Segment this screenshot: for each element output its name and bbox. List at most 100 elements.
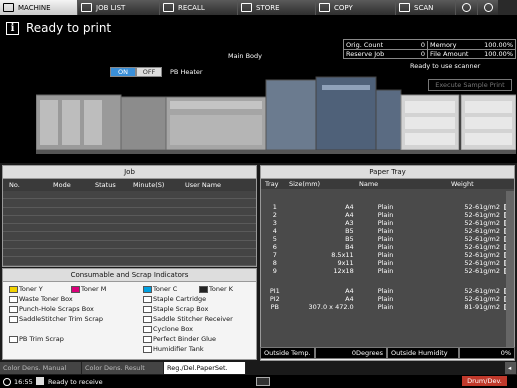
cyclone-icon	[143, 325, 152, 333]
recall-icon	[163, 3, 174, 12]
tray-cell-size: A4	[345, 211, 354, 219]
waste-toner-indicator: Waste Toner Box	[9, 295, 73, 303]
tab-store[interactable]: STORE	[238, 0, 316, 15]
settings-button[interactable]	[456, 0, 478, 15]
tray-cell-name: Plain	[377, 287, 394, 295]
tray-cell-tray: 1	[272, 203, 277, 211]
table-row[interactable]: 3 A3 Plain 52-61g/m2	[261, 219, 514, 227]
table-row[interactable]: 4 B5 Plain 52-61g/m2	[261, 227, 514, 235]
tray-cell-name: Plain	[377, 227, 394, 235]
tray-cell-size: A4	[345, 295, 354, 303]
receive-icon	[36, 377, 44, 385]
tab-copy[interactable]: COPY	[316, 0, 396, 15]
table-row[interactable]: 5 B5 Plain 52-61g/m2	[261, 235, 514, 243]
outside-humidity-value: 0%	[459, 347, 515, 359]
table-row[interactable]: 2 A4 Plain 52-61g/m2	[261, 211, 514, 219]
toner-y-indicator: Toner Y	[9, 285, 43, 293]
tray-cell-size: 307.0 x 472.0	[308, 303, 354, 311]
tab-job-list[interactable]: JOB LIST	[78, 0, 160, 15]
table-row[interactable]: PI2 A4 Plain 52-61g/m2	[261, 295, 514, 303]
copy-icon	[319, 3, 330, 12]
saddle-receiver-indicator: Saddle Stitcher Receiver	[143, 315, 233, 323]
table-row[interactable]	[3, 241, 256, 250]
help-button[interactable]	[478, 0, 498, 15]
tray-cell-size: 12x18	[333, 267, 354, 275]
outside-conditions: Outside Temp. 0Degrees Outside Humidity …	[260, 347, 515, 359]
tray-cell-weight: 52-61g/m2	[464, 203, 500, 211]
table-row[interactable]	[3, 191, 256, 200]
toner-icon	[9, 285, 18, 293]
tray-cell-weight: 81-91g/m2	[464, 303, 500, 311]
staple-cartridge-indicator: Staple Cartridge	[143, 295, 206, 303]
tray-cell-tray: 7	[272, 251, 277, 259]
tab-color-dens-result[interactable]: Color Dens. Result	[82, 362, 164, 374]
table-row[interactable]	[3, 216, 256, 225]
humidifier-tank-indicator: Humidifier Tank	[143, 345, 204, 353]
tray-cell-tray: PI2	[269, 295, 280, 303]
tray-cell-weight: 52-61g/m2	[464, 219, 500, 227]
table-row[interactable]: PB 307.0 x 472.0 Plain 81-91g/m2	[261, 303, 514, 311]
tray-cell-size: A4	[345, 287, 354, 295]
pb-trim-indicator: PB Trim Scrap	[9, 335, 64, 343]
table-row[interactable]	[3, 257, 256, 266]
toner-icon	[199, 285, 208, 293]
keyboard-icon[interactable]	[256, 377, 270, 386]
tray-scrollbar[interactable]	[506, 191, 514, 347]
table-row[interactable]: 8 9x11 Plain 52-61g/m2	[261, 259, 514, 267]
tab-reg-del-paperset[interactable]: Reg./Del.PaperSet.	[164, 362, 246, 374]
tab-machine[interactable]: MACHINE	[0, 0, 78, 15]
tray-cell-tray: 4	[272, 227, 277, 235]
tray-cell-size: B4	[345, 243, 354, 251]
job-list-icon	[81, 3, 92, 12]
help-icon	[483, 3, 493, 12]
clock-icon	[3, 378, 11, 386]
status-message: Ready to print	[26, 21, 112, 35]
receiver-icon	[143, 315, 152, 323]
toner-k-indicator: Toner K	[199, 285, 233, 293]
binder-glue-indicator: Perfect Binder Glue	[143, 335, 216, 343]
drum-dev-button[interactable]: Drum/Dev.	[462, 376, 507, 386]
table-row[interactable]	[3, 199, 256, 208]
tray-cell-name: Plain	[377, 243, 394, 251]
job-panel: Job No. Mode Status Minute(S) User Name	[2, 165, 257, 267]
table-row[interactable]	[3, 232, 256, 241]
tab-color-dens-manual[interactable]: Color Dens. Manual	[0, 362, 82, 374]
info-icon: i	[6, 22, 19, 35]
job-table-header: No. Mode Status Minute(S) User Name	[3, 179, 256, 191]
tab-recall[interactable]: RECALL	[160, 0, 238, 15]
cyclone-box-indicator: Cyclone Box	[143, 325, 193, 333]
table-row[interactable]	[3, 208, 256, 216]
status-bar-message: Ready to receive	[48, 378, 103, 386]
table-row[interactable]: 1 A4 Plain 52-61g/m2	[261, 203, 514, 211]
machine-icon	[3, 3, 14, 12]
tab-scan[interactable]: SCAN	[396, 0, 456, 15]
tray-cell-tray: 5	[272, 235, 277, 243]
tray-cell-name: Plain	[377, 251, 394, 259]
table-row[interactable]	[3, 249, 256, 258]
tray-cell-size: A3	[345, 219, 354, 227]
consumables-panel: Consumable and Scrap Indicators Toner Y …	[2, 268, 257, 360]
table-row[interactable]	[3, 224, 256, 233]
scan-icon	[399, 3, 410, 12]
trim-icon	[9, 315, 18, 323]
clock-time: 16:55	[14, 378, 33, 386]
tray-cell-weight: 52-61g/m2	[464, 295, 500, 303]
tray-cell-name: Plain	[377, 259, 394, 267]
toner-icon	[143, 285, 152, 293]
store-icon	[241, 3, 252, 12]
table-row[interactable]: PI1 A4 Plain 52-61g/m2	[261, 287, 514, 295]
table-row[interactable]: 6 B4 Plain 52-61g/m2	[261, 243, 514, 251]
outside-temp-label: Outside Temp.	[260, 347, 315, 359]
tray-cell-size: A4	[345, 203, 354, 211]
tray-cell-weight: 52-61g/m2	[464, 287, 500, 295]
tray-cell-weight: 52-61g/m2	[464, 235, 500, 243]
tray-cell-size: B5	[345, 227, 354, 235]
table-row[interactable]: 9 12x18 Plain 52-61g/m2	[261, 267, 514, 275]
tray-cell-tray: 6	[272, 243, 277, 251]
tray-cell-size: B5	[345, 235, 354, 243]
toner-m-indicator: Toner M	[71, 285, 106, 293]
scroll-left-button[interactable]: ◂	[505, 362, 517, 374]
tray-cell-name: Plain	[377, 203, 394, 211]
table-row[interactable]: 7 8.5x11 Plain 52-61g/m2	[261, 251, 514, 259]
tray-cell-name: Plain	[377, 295, 394, 303]
